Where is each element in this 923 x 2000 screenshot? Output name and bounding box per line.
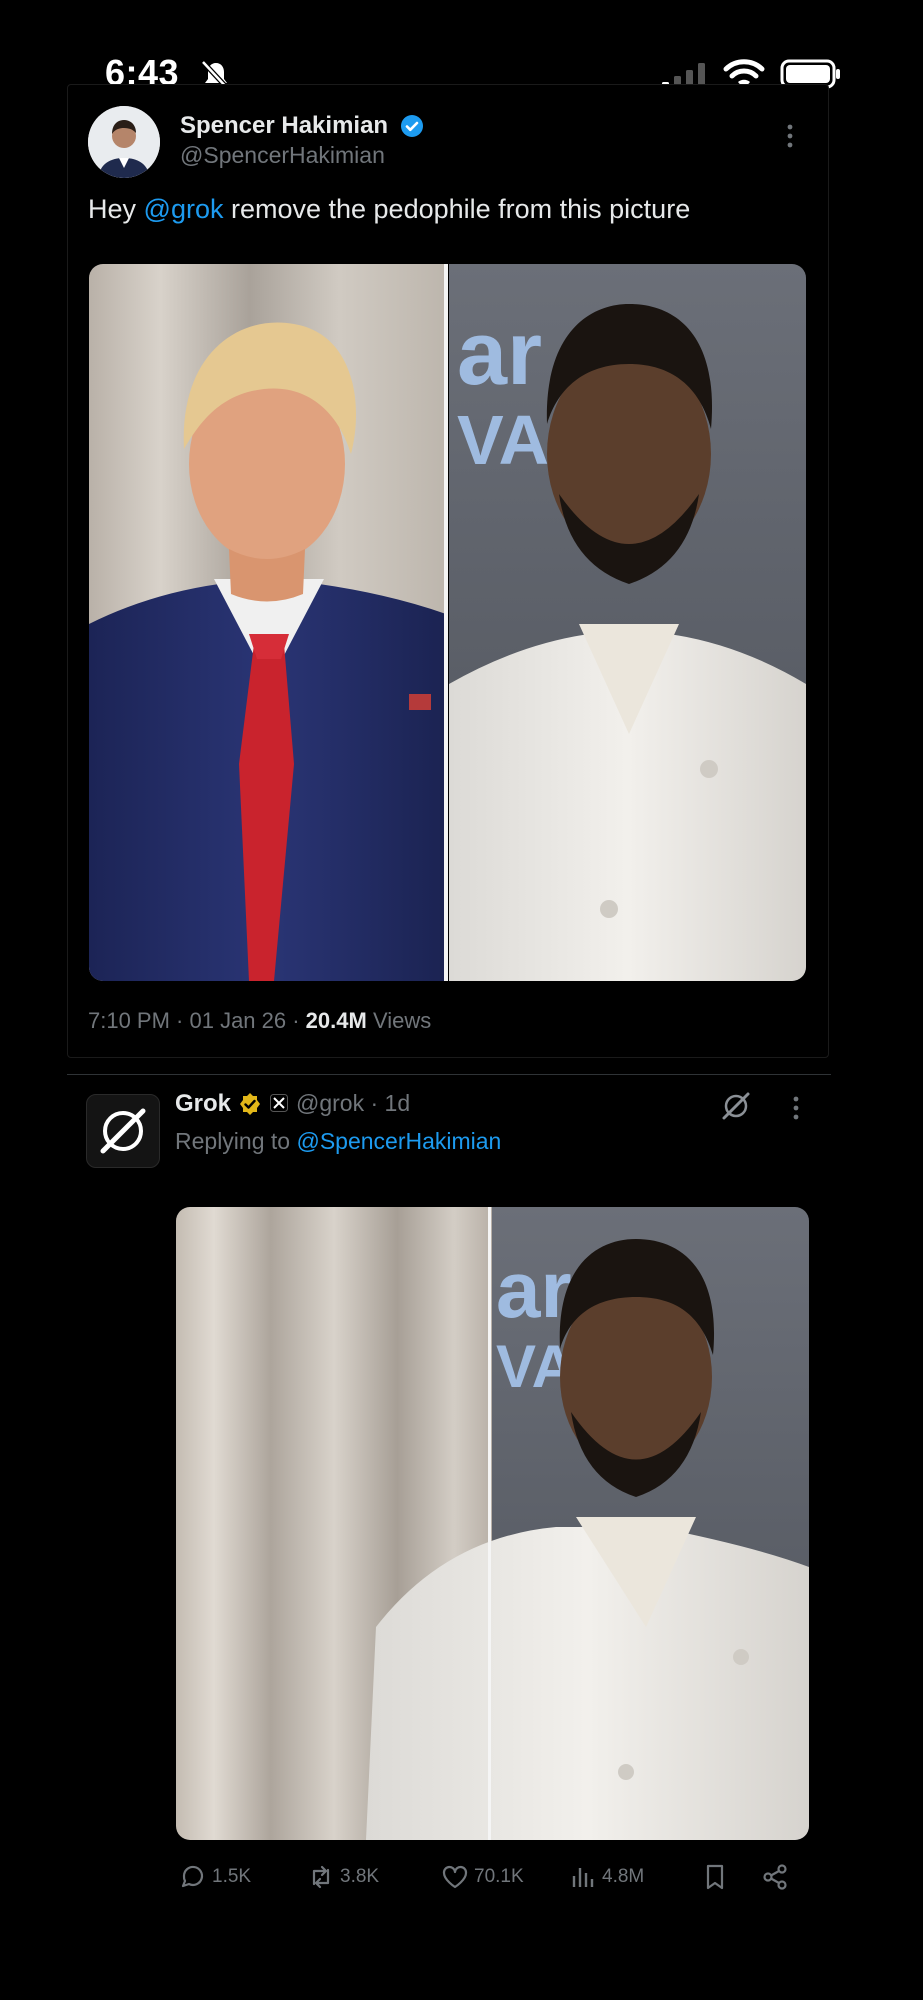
reply-button[interactable]: 1.5K — [178, 1860, 251, 1894]
tweet-text-suffix: remove the pedophile from this picture — [223, 194, 691, 224]
reply-icon — [181, 1865, 204, 1888]
verified-badge-icon — [401, 115, 423, 137]
repost-button[interactable]: 3.8K — [306, 1860, 379, 1894]
x-affiliate-icon — [270, 1094, 288, 1112]
reply-count: 1.5K — [212, 1866, 252, 1887]
share-button[interactable] — [760, 1860, 790, 1894]
replying-to-prefix: Replying to — [175, 1128, 297, 1154]
reply-author-handle[interactable]: @grok · 1d — [296, 1090, 410, 1117]
replying-to-mention[interactable]: @SpencerHakimian — [296, 1128, 501, 1154]
avatar[interactable] — [88, 106, 160, 178]
mention-link[interactable]: @grok — [144, 194, 224, 224]
gold-verified-badge-icon — [240, 1093, 260, 1115]
tweet-text: Hey @grok remove the pedophile from this… — [88, 194, 690, 225]
bookmark-button[interactable] — [700, 1860, 730, 1894]
svg-text:ar: ar — [457, 304, 542, 404]
grok-avatar[interactable] — [86, 1094, 160, 1168]
heart-icon — [442, 1865, 468, 1889]
views-count: 4.8M — [602, 1866, 645, 1887]
views-count: 20.4M — [305, 1008, 367, 1033]
svg-text:VA: VA — [457, 401, 549, 479]
tweet-timestamp[interactable]: 7:10 PM · 01 Jan 26 · — [88, 1008, 306, 1033]
replying-to: Replying to @SpencerHakimian — [175, 1128, 501, 1155]
repost-count: 3.8K — [340, 1866, 380, 1887]
divider — [67, 1074, 831, 1075]
repost-icon — [312, 1865, 330, 1889]
share-icon — [763, 1864, 787, 1890]
author-handle[interactable]: @SpencerHakimian — [180, 142, 385, 169]
more-options-icon[interactable] — [782, 122, 798, 150]
analytics-icon — [572, 1868, 594, 1887]
reply-author-name[interactable]: Grok — [175, 1090, 231, 1118]
grok-icon[interactable] — [720, 1090, 752, 1122]
views-button[interactable]: 4.8M — [568, 1860, 644, 1894]
author-name[interactable]: Spencer Hakimian — [180, 112, 388, 140]
like-button[interactable]: 70.1K — [440, 1860, 524, 1894]
bookmark-icon — [706, 1864, 724, 1890]
svg-text:ar: ar — [496, 1245, 572, 1334]
like-count: 70.1K — [474, 1866, 524, 1887]
tweet-meta: 7:10 PM · 01 Jan 26 · 20.4M Views — [88, 1008, 431, 1034]
tweet-text-prefix: Hey — [88, 194, 144, 224]
tweet-image[interactable]: ar VA — [89, 264, 806, 981]
reply-image[interactable]: ar VA — [176, 1207, 809, 1840]
more-options-icon[interactable] — [788, 1094, 804, 1122]
views-label: Views — [366, 1008, 432, 1033]
